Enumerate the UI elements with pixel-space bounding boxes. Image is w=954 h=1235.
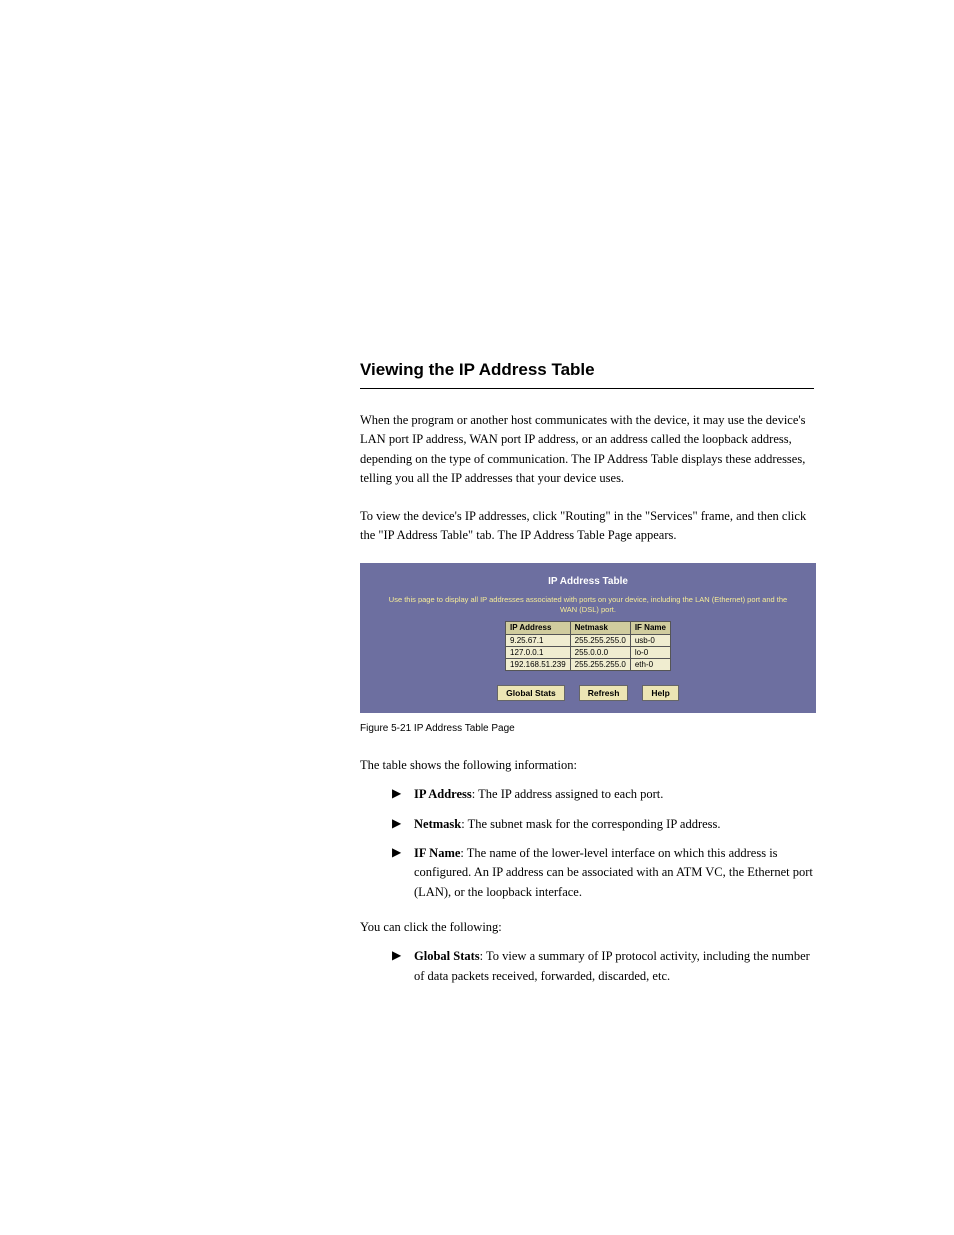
triangle-bullet-icon: ▶ xyxy=(392,785,414,804)
list-item-text: IF Name: The name of the lower-level int… xyxy=(414,844,814,902)
ip-address-table: IP Address Netmask IF Name 9.25.67.1 255… xyxy=(505,621,671,671)
table-row: 127.0.0.1 255.0.0.0 lo-0 xyxy=(506,646,671,658)
cell-mask: 255.255.255.0 xyxy=(570,634,630,646)
cell-ip: 127.0.0.1 xyxy=(506,646,571,658)
intro-paragraph: When the program or another host communi… xyxy=(360,411,814,489)
cell-ifname: lo-0 xyxy=(630,646,670,658)
table-header-row: IP Address Netmask IF Name xyxy=(506,621,671,634)
to-view-paragraph: To view the device's IP addresses, click… xyxy=(360,507,814,546)
list-item-desc: : The subnet mask for the corresponding … xyxy=(461,817,720,831)
table-row: 192.168.51.239 255.255.255.0 eth-0 xyxy=(506,658,671,670)
col-netmask: Netmask xyxy=(570,621,630,634)
list-item-desc: : The IP address assigned to each port. xyxy=(472,787,664,801)
triangle-bullet-icon: ▶ xyxy=(392,815,414,834)
cell-ifname: eth-0 xyxy=(630,658,670,670)
list-item-term: IF Name xyxy=(414,846,460,860)
cell-mask: 255.0.0.0 xyxy=(570,646,630,658)
global-stats-button[interactable]: Global Stats xyxy=(497,685,565,701)
list-item-term: IP Address xyxy=(414,787,472,801)
list-item-desc: : The name of the lower-level interface … xyxy=(414,846,813,899)
figure-wrap: IP Address Table Use this page to displa… xyxy=(360,563,814,734)
cell-ip: 192.168.51.239 xyxy=(506,658,571,670)
cell-ifname: usb-0 xyxy=(630,634,670,646)
help-button[interactable]: Help xyxy=(642,685,678,701)
list-item: ▶ IF Name: The name of the lower-level i… xyxy=(392,844,814,902)
triangle-bullet-icon: ▶ xyxy=(392,947,414,986)
action-intro: You can click the following: xyxy=(360,920,814,935)
list-item-text: Global Stats: To view a summary of IP pr… xyxy=(414,947,814,986)
list-intro: The table shows the following informatio… xyxy=(360,758,814,773)
list-item: ▶ Global Stats: To view a summary of IP … xyxy=(392,947,814,986)
figure-panel-desc: Use this page to display all IP addresse… xyxy=(360,587,816,621)
triangle-bullet-icon: ▶ xyxy=(392,844,414,902)
refresh-button[interactable]: Refresh xyxy=(579,685,629,701)
section-title: Viewing the IP Address Table xyxy=(360,360,814,380)
figure-panel-title: IP Address Table xyxy=(360,563,816,587)
list-item: ▶ IP Address: The IP address assigned to… xyxy=(392,785,814,804)
section-rule xyxy=(360,388,814,389)
figure-caption: Figure 5-21 IP Address Table Page xyxy=(360,723,814,734)
list-item-text: Netmask: The subnet mask for the corresp… xyxy=(414,815,814,834)
list-item-term: Global Stats xyxy=(414,949,480,963)
cell-mask: 255.255.255.0 xyxy=(570,658,630,670)
cell-ip: 9.25.67.1 xyxy=(506,634,571,646)
col-ip-address: IP Address xyxy=(506,621,571,634)
list-item-text: IP Address: The IP address assigned to e… xyxy=(414,785,814,804)
figure-panel: IP Address Table Use this page to displa… xyxy=(360,563,816,713)
figure-button-row: Global Stats Refresh Help xyxy=(360,683,816,701)
list-item: ▶ Netmask: The subnet mask for the corre… xyxy=(392,815,814,834)
col-if-name: IF Name xyxy=(630,621,670,634)
table-row: 9.25.67.1 255.255.255.0 usb-0 xyxy=(506,634,671,646)
list-item-term: Netmask xyxy=(414,817,461,831)
